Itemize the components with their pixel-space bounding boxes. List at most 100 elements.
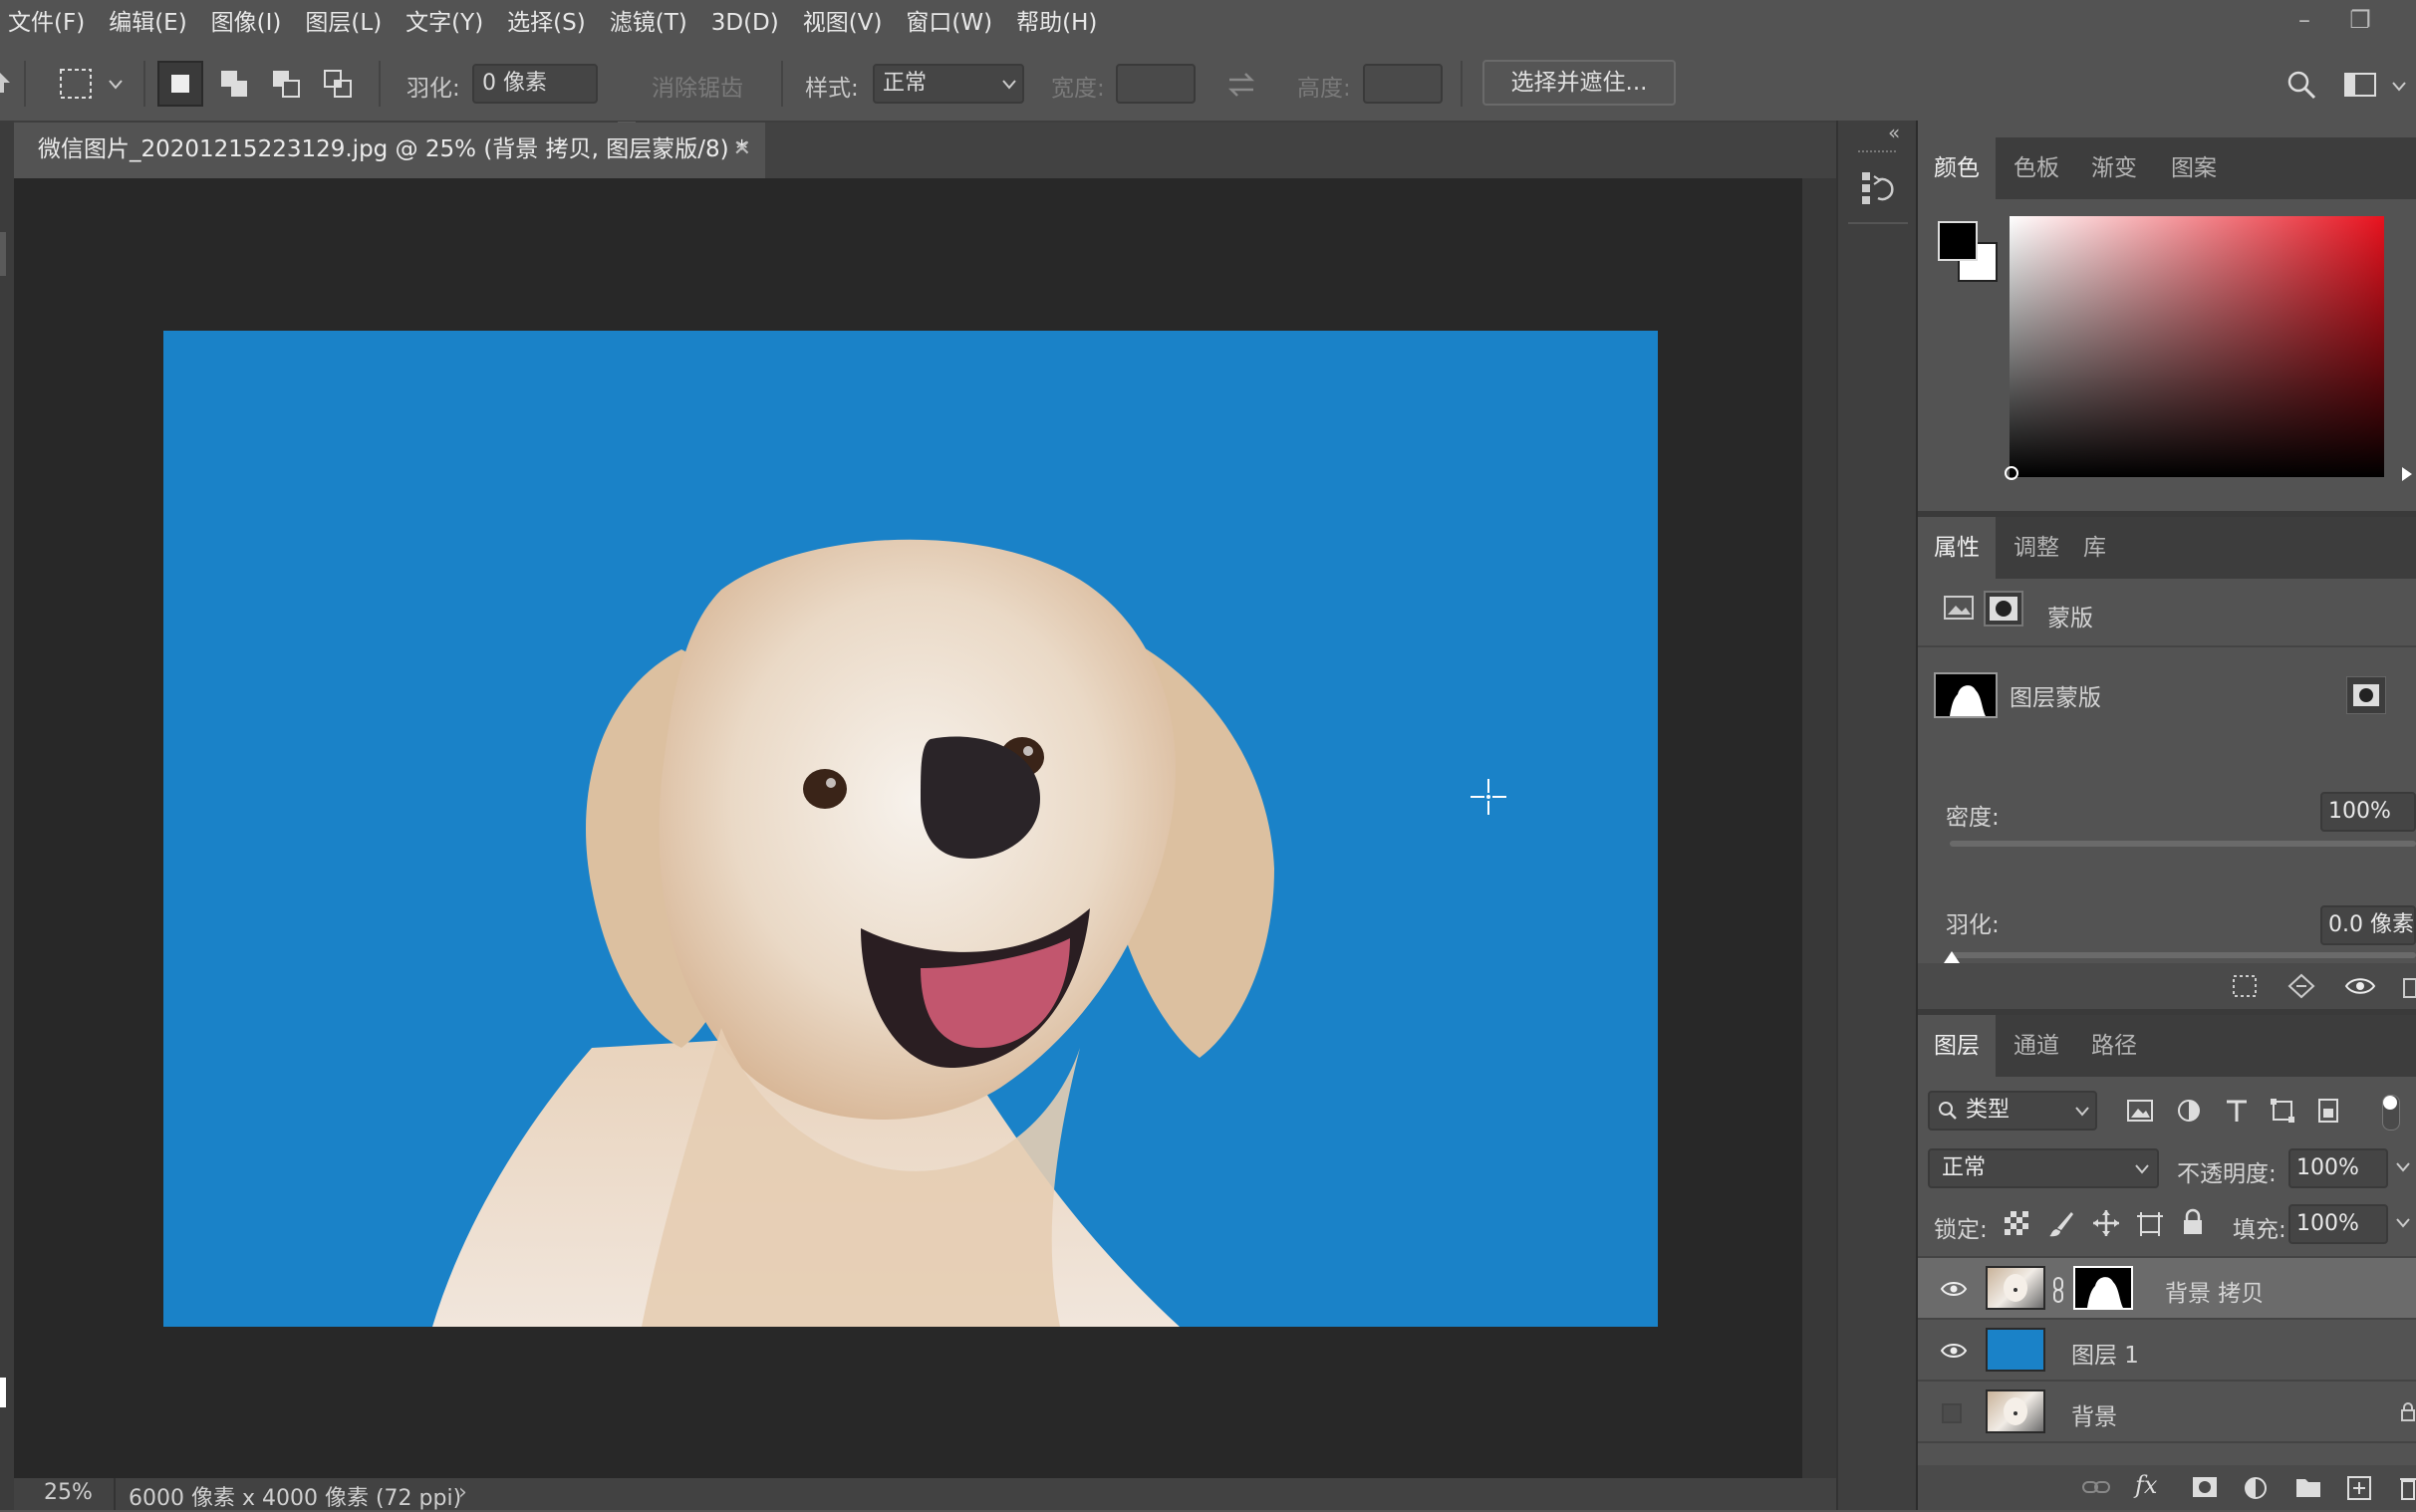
- menu-image[interactable]: 图像(I): [199, 0, 294, 47]
- minimize-button[interactable]: –: [2277, 0, 2332, 40]
- tool-slot[interactable]: [0, 232, 6, 276]
- delete-icon[interactable]: [2402, 973, 2416, 999]
- apply-mask-icon[interactable]: [2346, 676, 2386, 714]
- filter-pixel-icon[interactable]: [2125, 1097, 2155, 1125]
- lock-pixels-brush-icon[interactable]: [2047, 1210, 2075, 1238]
- tab-patterns[interactable]: 图案: [2155, 137, 2233, 199]
- select-and-mask-button[interactable]: 选择并遮住...: [1482, 60, 1676, 106]
- layer-name[interactable]: 背景: [2071, 1397, 2117, 1431]
- tab-properties[interactable]: 属性: [1918, 517, 1996, 579]
- mask-icon[interactable]: [1984, 591, 2023, 627]
- chevron-down-icon[interactable]: [2391, 81, 2407, 93]
- vertical-scrollbar[interactable]: [1802, 178, 1836, 1478]
- tab-paths[interactable]: 路径: [2075, 1015, 2153, 1077]
- chevron-down-icon[interactable]: [2396, 1162, 2410, 1172]
- layer-name[interactable]: 图层 1: [2071, 1336, 2139, 1370]
- feather-input[interactable]: 0 像素: [472, 64, 598, 104]
- layer-thumbnail[interactable]: [1986, 1266, 2045, 1310]
- filter-adjustment-icon[interactable]: [2175, 1097, 2203, 1125]
- lock-artboard-icon[interactable]: [2135, 1210, 2165, 1238]
- blend-mode-select[interactable]: 正常: [1928, 1148, 2159, 1188]
- pixel-mask-image-icon[interactable]: [1942, 593, 1976, 623]
- eye-icon[interactable]: [1940, 1280, 1968, 1298]
- history-icon[interactable]: [1860, 168, 1900, 208]
- marquee-tool-icon[interactable]: [58, 67, 94, 101]
- lock-position-move-icon[interactable]: [2091, 1208, 2121, 1238]
- layer-filter-select[interactable]: 类型: [1928, 1091, 2097, 1131]
- delete-layer-icon[interactable]: [2400, 1475, 2416, 1501]
- link-layers-icon[interactable]: [2081, 1477, 2111, 1497]
- move-arrow-icon[interactable]: [0, 69, 14, 99]
- menu-3d[interactable]: 3D(D): [699, 0, 791, 47]
- tab-channels[interactable]: 通道: [1998, 1015, 2075, 1077]
- zoom-level[interactable]: 25%: [44, 1480, 93, 1505]
- menu-window[interactable]: 窗口(W): [894, 0, 1004, 47]
- load-selection-icon[interactable]: [2231, 973, 2259, 999]
- link-icon[interactable]: [2051, 1276, 2065, 1304]
- intersect-selection-button[interactable]: [315, 61, 361, 107]
- color-picker-field[interactable]: [2010, 216, 2384, 477]
- tab-color[interactable]: 颜色: [1918, 137, 1996, 199]
- fill-input[interactable]: 100%: [2288, 1204, 2388, 1244]
- lock-transparent-icon[interactable]: [2004, 1210, 2029, 1236]
- layer-mask-thumbnail[interactable]: [1934, 672, 1998, 718]
- new-selection-button[interactable]: [157, 61, 203, 107]
- chevron-down-icon[interactable]: [2396, 1218, 2410, 1228]
- menu-select[interactable]: 选择(S): [495, 0, 598, 47]
- menu-filter[interactable]: 滤镜(T): [598, 0, 699, 47]
- document-canvas[interactable]: [163, 331, 1658, 1327]
- close-icon[interactable]: ✕: [733, 123, 751, 176]
- color-picker-handle[interactable]: [2004, 465, 2019, 481]
- layer-row[interactable]: 图层 1: [1918, 1320, 2416, 1382]
- chevron-down-icon[interactable]: [108, 79, 124, 91]
- fx-icon[interactable]: fx: [2135, 1471, 2157, 1499]
- collapse-panels-icon[interactable]: «: [1888, 121, 1900, 144]
- tab-layers[interactable]: 图层: [1918, 1015, 1996, 1077]
- foreground-color-swatch[interactable]: [1938, 221, 1978, 261]
- swap-icon[interactable]: [1225, 71, 1257, 99]
- layer-thumbnail[interactable]: [1986, 1389, 2045, 1433]
- filter-toggle[interactable]: [2382, 1095, 2400, 1131]
- search-icon[interactable]: [2285, 69, 2317, 101]
- style-select[interactable]: 正常: [873, 64, 1024, 104]
- eye-icon[interactable]: [2344, 975, 2376, 997]
- visibility-toggle[interactable]: [1942, 1403, 1962, 1423]
- new-layer-icon[interactable]: [2346, 1475, 2372, 1501]
- layer-name[interactable]: 背景 拷贝: [2165, 1274, 2264, 1308]
- chevron-right-icon[interactable]: ›: [458, 1480, 467, 1505]
- density-slider[interactable]: [1950, 841, 2416, 847]
- layer-thumbnail[interactable]: [1986, 1328, 2045, 1372]
- foreground-color-swatch[interactable]: [0, 1378, 6, 1407]
- eye-icon[interactable]: [1940, 1342, 1968, 1360]
- menu-edit[interactable]: 编辑(E): [97, 0, 198, 47]
- layer-row[interactable]: 背景 拷贝: [1918, 1258, 2416, 1320]
- layer-mask-thumbnail[interactable]: [2073, 1266, 2133, 1310]
- density-input[interactable]: 100%: [2320, 792, 2416, 832]
- menu-file[interactable]: 文件(F): [0, 0, 97, 47]
- tab-swatches[interactable]: 色板: [1998, 137, 2075, 199]
- menu-layer[interactable]: 图层(L): [293, 0, 394, 47]
- document-tab[interactable]: 微信图片_20201215223129.jpg @ 25% (背景 拷贝, 图层…: [14, 123, 765, 178]
- filter-shape-icon[interactable]: [2269, 1097, 2296, 1125]
- opacity-input[interactable]: 100%: [2288, 1148, 2388, 1188]
- menu-help[interactable]: 帮助(H): [1004, 0, 1109, 47]
- layer-row[interactable]: 背景: [1918, 1382, 2416, 1443]
- restore-button[interactable]: ❐: [2332, 0, 2388, 40]
- feather-input[interactable]: 0.0 像素: [2320, 905, 2416, 945]
- lock-all-icon[interactable]: [2181, 1208, 2205, 1236]
- subtract-selection-button[interactable]: [263, 61, 309, 107]
- apply-mask-icon[interactable]: [2286, 973, 2316, 999]
- menu-view[interactable]: 视图(V): [791, 0, 895, 47]
- add-selection-button[interactable]: [211, 61, 257, 107]
- adjustment-layer-icon[interactable]: [2243, 1475, 2269, 1501]
- add-mask-icon[interactable]: [2191, 1475, 2219, 1499]
- feather-slider[interactable]: [1950, 952, 2416, 958]
- hue-slider-arrow[interactable]: [2400, 465, 2416, 483]
- tab-gradients[interactable]: 渐变: [2075, 137, 2153, 199]
- workspace-icon[interactable]: [2343, 71, 2377, 99]
- filter-smart-object-icon[interactable]: [2314, 1097, 2342, 1125]
- tab-adjustments[interactable]: 调整: [1998, 517, 2075, 579]
- tab-libraries[interactable]: 库: [2067, 517, 2122, 579]
- new-group-icon[interactable]: [2294, 1475, 2322, 1499]
- menu-type[interactable]: 文字(Y): [394, 0, 495, 47]
